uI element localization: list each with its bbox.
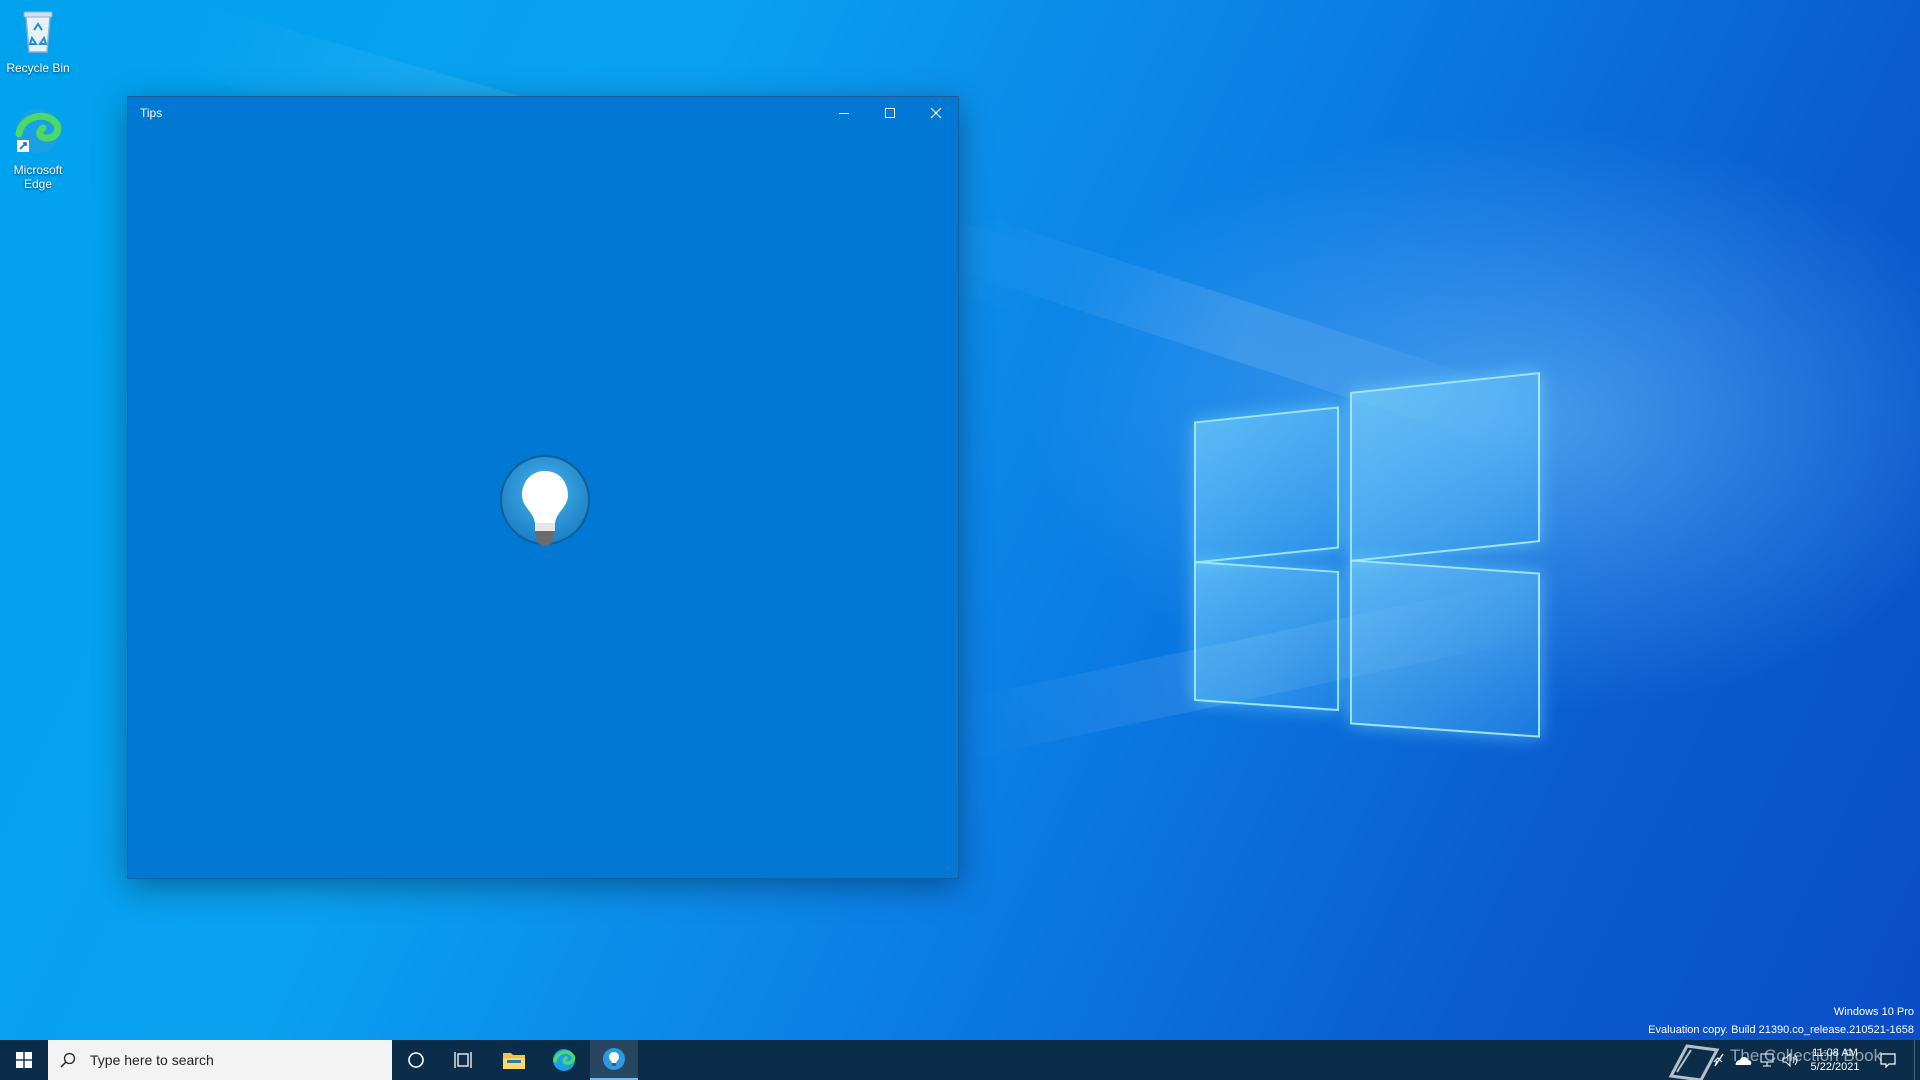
cortana-button[interactable] (392, 1040, 440, 1080)
search-placeholder: Type here to search (90, 1052, 214, 1068)
build-info-text: Evaluation copy. Build 21390.co_release.… (1648, 1024, 1914, 1036)
notification-icon (1880, 1053, 1896, 1068)
maximize-button[interactable] (867, 97, 913, 129)
search-icon (60, 1052, 76, 1068)
start-button[interactable] (0, 1040, 48, 1080)
os-edition-text: Windows 10 Pro (1833, 1006, 1914, 1018)
cortana-icon (408, 1052, 424, 1068)
edge-taskbar-button[interactable] (540, 1040, 588, 1080)
minimize-button[interactable] (821, 97, 867, 129)
tray-date: 5/22/2021 (1810, 1061, 1860, 1073)
desktop-icon-recycle-bin[interactable]: Recycle Bin (0, 8, 76, 75)
tips-icon (603, 1048, 625, 1070)
lightbulb-icon (500, 455, 590, 546)
tips-window[interactable]: Tips (127, 96, 959, 879)
minimize-icon (839, 113, 849, 114)
network-icon (1760, 1053, 1774, 1067)
file-explorer-icon (503, 1053, 525, 1069)
window-titlebar[interactable]: Tips (128, 97, 958, 129)
file-explorer-button[interactable] (490, 1040, 538, 1080)
show-desktop-button[interactable] (1914, 1040, 1920, 1080)
action-center-button[interactable] (1870, 1040, 1906, 1080)
tray-pen-button[interactable] (1706, 1040, 1732, 1080)
onedrive-icon (1735, 1057, 1752, 1065)
tray-time: 11:08 AM (1812, 1047, 1858, 1059)
recycle-bin-icon (0, 8, 76, 57)
taskbar-search-box[interactable]: Type here to search (48, 1040, 392, 1080)
task-view-button[interactable] (440, 1040, 488, 1080)
taskbar: Type here to search The Collection Book … (0, 1040, 1920, 1080)
maximize-icon (885, 108, 895, 118)
close-button[interactable] (913, 97, 959, 129)
tray-onedrive-button[interactable] (1730, 1040, 1756, 1080)
tray-clock[interactable]: 11:08 AM 5/22/2021 (1800, 1040, 1870, 1080)
desktop-icon-microsoft-edge[interactable]: Microsoft Edge (0, 106, 76, 191)
edge-icon (0, 106, 76, 159)
close-icon (930, 107, 942, 119)
tray-network-button[interactable] (1754, 1040, 1780, 1080)
tips-taskbar-button[interactable] (590, 1040, 638, 1080)
window-title: Tips (140, 106, 163, 120)
volume-icon (1782, 1053, 1798, 1067)
desktop-icon-label: Recycle Bin (6, 61, 70, 75)
desktop-icon-label: Microsoft Edge (13, 163, 63, 191)
pen-icon (1714, 1053, 1724, 1067)
splash-lightbulb (500, 455, 590, 555)
task-view-icon (454, 1052, 472, 1068)
wallpaper-windows-logo (1190, 372, 1550, 740)
windows-start-icon (16, 1052, 32, 1068)
edge-icon (553, 1049, 576, 1071)
